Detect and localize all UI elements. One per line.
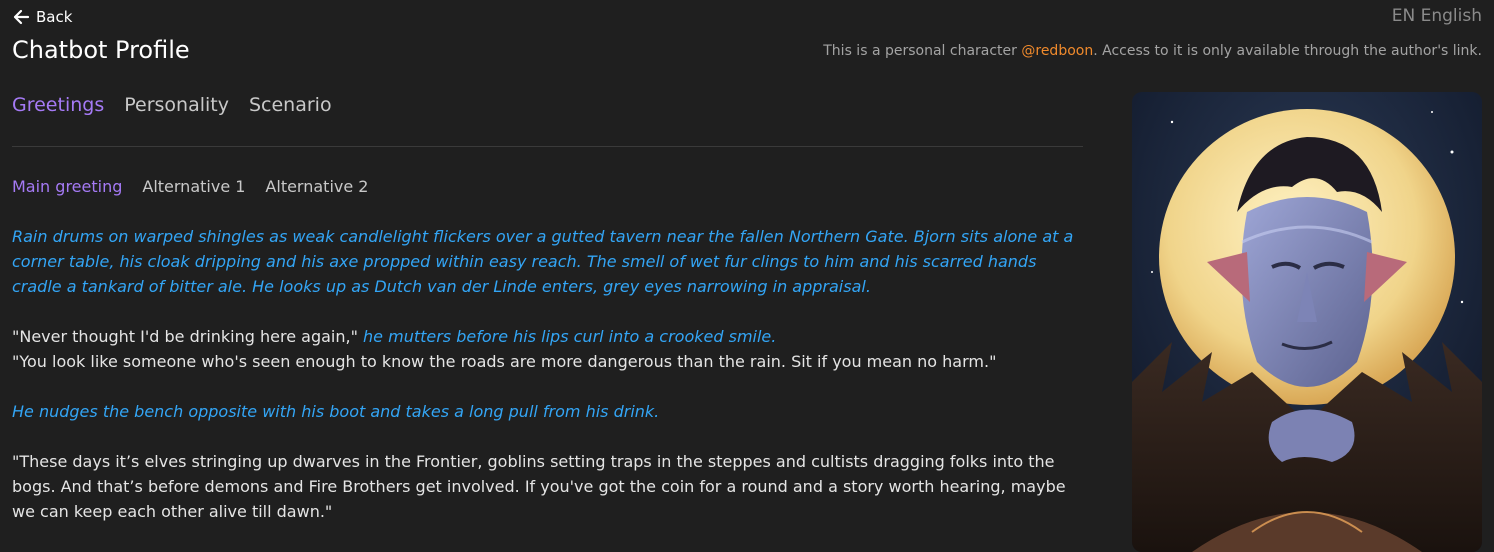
dialogue-paragraph: "These days it’s elves stringing up dwar… (12, 452, 1066, 521)
notice-suffix: . Access to it is only available through… (1093, 43, 1482, 59)
dialogue-line: "You look like someone who's seen enough… (12, 352, 997, 371)
subtab-alternative-2[interactable]: Alternative 2 (265, 177, 368, 196)
tab-personality[interactable]: Personality (124, 94, 229, 116)
notice-prefix: This is a personal character (823, 43, 1022, 59)
greeting-text: Rain drums on warped shingles as weak ca… (12, 224, 1087, 549)
profile-tabs: Greetings Personality Scenario (12, 94, 352, 116)
back-button[interactable]: Back (12, 6, 72, 28)
tab-scenario[interactable]: Scenario (249, 94, 332, 116)
character-portrait-image (1132, 92, 1482, 552)
dialogue-line: "Never thought I'd be drinking here agai… (12, 324, 1087, 349)
access-notice: This is a personal character @redboon. A… (823, 43, 1482, 59)
narration-paragraph: He nudges the bench opposite with his bo… (12, 402, 660, 421)
dialogue-action: he mutters before his lips curl into a c… (363, 327, 777, 346)
tabs-divider (12, 146, 1083, 147)
author-link[interactable]: @redboon (1021, 43, 1093, 59)
subtab-alternative-1[interactable]: Alternative 1 (142, 177, 245, 196)
greeting-subtabs: Main greeting Alternative 1 Alternative … (12, 177, 388, 196)
back-label: Back (36, 8, 73, 26)
tab-greetings[interactable]: Greetings (12, 94, 104, 116)
arrow-left-icon (13, 9, 30, 25)
language-selector[interactable]: EN English (1392, 6, 1482, 26)
page-title: Chatbot Profile (12, 36, 190, 64)
dialogue-quote: "Never thought I'd be drinking here agai… (12, 327, 364, 346)
character-avatar (1132, 92, 1482, 552)
narration-paragraph: Rain drums on warped shingles as weak ca… (12, 227, 1074, 296)
subtab-main-greeting[interactable]: Main greeting (12, 177, 122, 196)
